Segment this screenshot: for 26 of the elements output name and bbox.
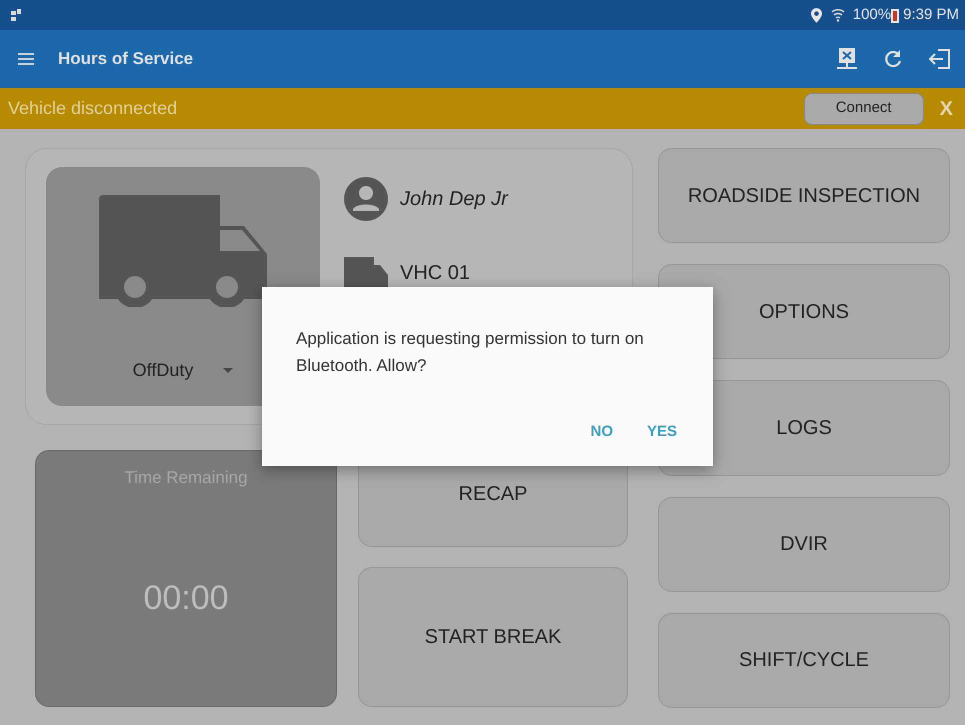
device-disconnected-icon[interactable] xyxy=(837,47,857,71)
status-dropdown[interactable]: OffDuty xyxy=(132,357,234,384)
dialog-message: Application is requesting permission to turn on Bluetooth. Allow? xyxy=(296,328,645,377)
logout-icon[interactable] xyxy=(929,48,951,70)
location-icon xyxy=(810,8,822,22)
truck-icon xyxy=(99,195,267,307)
menu-icon[interactable] xyxy=(18,53,34,65)
status-message: Vehicle disconnected xyxy=(8,97,178,120)
driver-name: John Dep Jr xyxy=(400,187,508,212)
menu-button[interactable]: ROADSIDE INSPECTION xyxy=(658,148,950,244)
app-title: Hours of Service xyxy=(58,48,194,70)
menu-button[interactable]: SHIFT/CYCLE xyxy=(658,612,950,708)
clock-time: 9:39 PM xyxy=(903,4,959,25)
battery-level: 100% xyxy=(852,4,892,25)
menu-button[interactable]: DVIR xyxy=(658,496,950,592)
caret-icon xyxy=(223,368,234,373)
start-break-button[interactable]: START BREAK xyxy=(358,567,628,707)
refresh-icon[interactable] xyxy=(883,49,903,69)
avatar-icon xyxy=(344,177,388,221)
truck-icon xyxy=(344,257,388,289)
battery-icon xyxy=(891,8,900,22)
time-remaining-value: 00:00 xyxy=(143,578,229,618)
connect-button[interactable]: Connect xyxy=(804,92,924,124)
wifi-icon xyxy=(830,8,845,22)
vehicle-name: VHC 01 xyxy=(400,261,470,286)
app-notification-icon xyxy=(10,8,22,22)
